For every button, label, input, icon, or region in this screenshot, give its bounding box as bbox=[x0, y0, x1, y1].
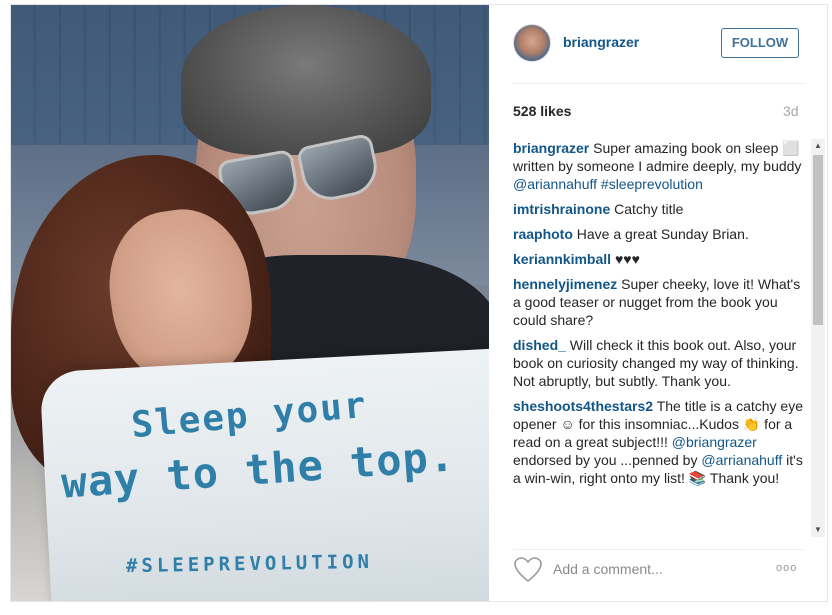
comments-list[interactable]: briangrazer Super amazing book on sleep … bbox=[513, 139, 808, 539]
add-comment-input[interactable] bbox=[551, 560, 755, 578]
scroll-up-icon[interactable]: ▲ bbox=[811, 139, 825, 153]
comment-item: keriannkimball ♥♥♥ bbox=[513, 250, 808, 268]
comment-item: sheshoots4thestars2 The title is a catch… bbox=[513, 397, 808, 487]
post-side-panel: briangrazer FOLLOW 528 likes 3d briangra… bbox=[490, 5, 827, 601]
post-header: briangrazer FOLLOW bbox=[490, 5, 827, 83]
follow-button[interactable]: FOLLOW bbox=[721, 28, 799, 58]
post-age[interactable]: 3d bbox=[783, 103, 799, 119]
more-options-icon[interactable]: ooo bbox=[776, 562, 797, 574]
avatar[interactable] bbox=[513, 24, 551, 62]
divider bbox=[513, 549, 804, 550]
photo-man-hair bbox=[181, 5, 431, 155]
comment-text: Catchy title bbox=[614, 201, 684, 217]
pillow-hashtag: #SLEEPREVOLUTION bbox=[125, 550, 374, 578]
likes-count[interactable]: 528 likes bbox=[513, 103, 571, 119]
comment-item: briangrazer Super amazing book on sleep … bbox=[513, 139, 808, 193]
comment-item: hennelyjimenez Super cheeky, love it! Wh… bbox=[513, 275, 808, 329]
comment-item: raaphoto Have a great Sunday Brian. bbox=[513, 225, 808, 243]
mention-link[interactable]: @briangrazer bbox=[672, 434, 757, 450]
divider bbox=[513, 83, 804, 84]
username-link[interactable]: briangrazer bbox=[563, 34, 639, 50]
comment-author-link[interactable]: sheshoots4thestars2 bbox=[513, 398, 653, 414]
post-photo[interactable]: Sleep your way to the top. #SLEEPREVOLUT… bbox=[11, 5, 489, 601]
comment-item: dished_ Will check it this book out. Als… bbox=[513, 336, 808, 390]
comment-author-link[interactable]: dished_ bbox=[513, 337, 566, 353]
comment-author-link[interactable]: imtrishrainone bbox=[513, 201, 610, 217]
comment-author-link[interactable]: keriannkimball bbox=[513, 251, 611, 267]
mention-link[interactable]: @ariannahuff bbox=[513, 176, 597, 192]
comment-author-link[interactable]: hennelyjimenez bbox=[513, 276, 617, 292]
comment-author-link[interactable]: briangrazer bbox=[513, 140, 589, 156]
scroll-down-icon[interactable]: ▼ bbox=[811, 523, 825, 537]
scroll-thumb[interactable] bbox=[813, 155, 823, 325]
mention-link[interactable]: #sleeprevolution bbox=[601, 176, 703, 192]
mention-link[interactable]: @arrianahuff bbox=[701, 452, 782, 468]
comment-text: endorsed by you ...penned by bbox=[513, 452, 702, 468]
comment-text: ♥♥♥ bbox=[614, 251, 640, 267]
comment-author-link[interactable]: raaphoto bbox=[513, 226, 573, 242]
heart-icon[interactable] bbox=[514, 557, 542, 583]
comment-text: Have a great Sunday Brian. bbox=[576, 226, 749, 242]
comments-scrollbar[interactable]: ▲ ▼ bbox=[811, 139, 825, 537]
comment-item: imtrishrainone Catchy title bbox=[513, 200, 808, 218]
